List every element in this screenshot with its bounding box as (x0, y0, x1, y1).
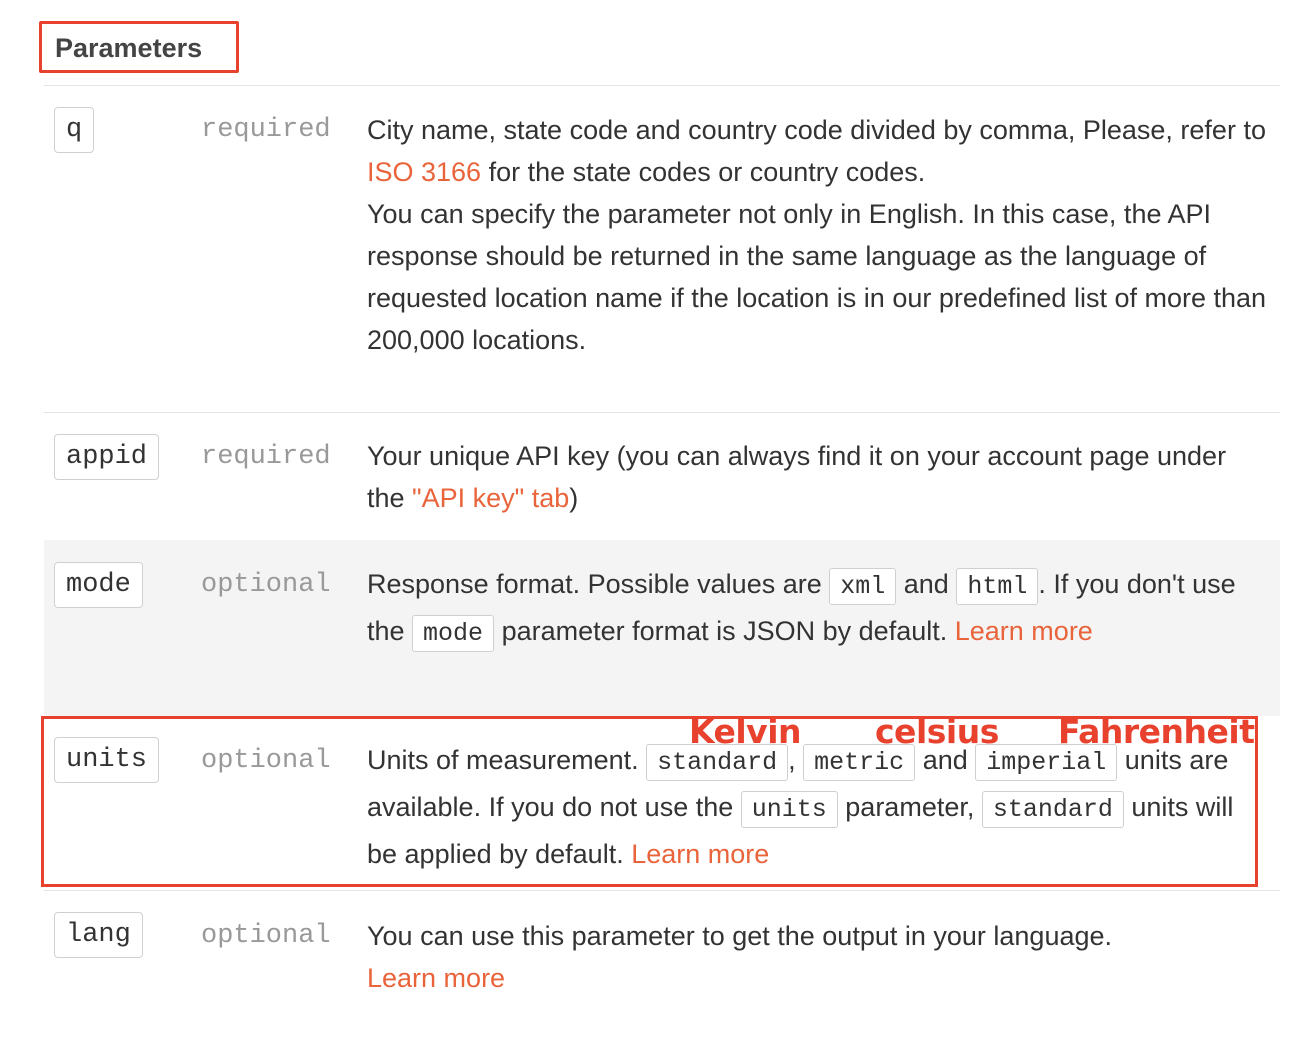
param-requirement-q: required (201, 115, 331, 145)
iso-3166-link[interactable]: ISO 3166 (367, 157, 481, 187)
parameters-heading: Parameters (55, 33, 203, 63)
annotation-fahrenheit: Fahrenheit (1058, 712, 1255, 751)
param-row-appid: appid required Your unique API key (you … (44, 413, 1280, 540)
lang-learn-more-link[interactable]: Learn more (367, 963, 505, 993)
param-requirement-appid: required (201, 442, 331, 472)
param-description-lang: You can use this parameter to get the ou… (367, 921, 1113, 993)
code-html: html (956, 568, 1039, 605)
param-name-q: q (54, 107, 95, 153)
param-row-mode: mode optional Response format. Possible … (44, 540, 1280, 716)
param-name-appid: appid (54, 434, 160, 480)
param-row-q: q required City name, state code and cou… (44, 86, 1280, 412)
param-description-appid: Your unique API key (you can always find… (367, 441, 1227, 513)
param-description-mode: Response format. Possible values are xml… (367, 562, 1267, 656)
param-requirement-mode: optional (201, 570, 331, 600)
param-name-lang: lang (54, 912, 143, 958)
param-name-mode: mode (54, 562, 143, 608)
api-key-tab-link[interactable]: "API key" tab (412, 483, 569, 513)
code-mode: mode (412, 615, 495, 652)
code-xml: xml (829, 568, 897, 605)
annotation-celsius: celsius (875, 712, 999, 751)
param-description-q: City name, state code and country code d… (367, 115, 1267, 355)
param-requirement-lang: optional (201, 921, 331, 951)
mode-learn-more-link[interactable]: Learn more (955, 616, 1093, 646)
param-row-lang: lang optional You can use this parameter… (44, 891, 1280, 1031)
annotation-kelvin: Kelvin (689, 712, 802, 751)
